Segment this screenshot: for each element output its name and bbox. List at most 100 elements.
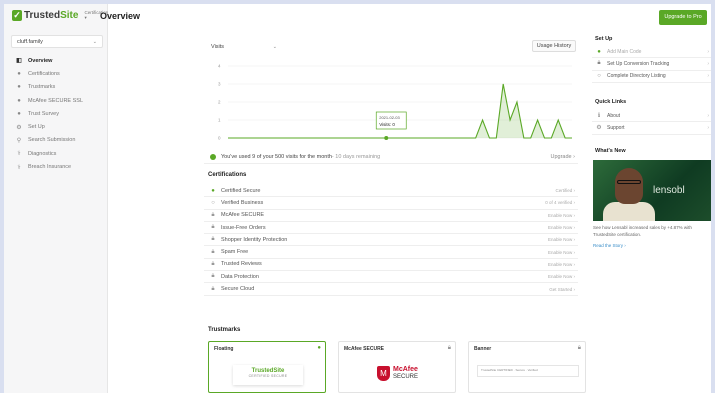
setup-item[interactable]: ● Add Main Code › [592, 46, 711, 59]
certification-row[interactable]: 🔒︎ Issue-Free Orders Enable Now › [204, 222, 578, 235]
data-point[interactable] [384, 136, 389, 140]
series-area [228, 84, 572, 138]
sidebar-item-label: Search Submission [28, 137, 76, 144]
tooltip-value: Visits: 0 [379, 122, 395, 127]
certification-row[interactable]: 🔒︎ Secure Cloud Get Started › [204, 283, 578, 296]
sidebar-item-breach-insurance[interactable]: ⚕ Breach Insurance [4, 160, 107, 173]
certification-action[interactable]: Enable Now › [548, 213, 575, 218]
y-tick-label: 3 [218, 82, 221, 87]
certification-row[interactable]: 🔒︎ Spam Free Enable Now › [204, 246, 578, 259]
y-tick-label: 2 [218, 100, 221, 105]
mcafee-badge: M McAfee SECURE [377, 366, 418, 381]
chevron-down-icon: ⌄ [92, 39, 97, 45]
app-window: ✓ TrustedSite Certification ▾ cluff.fami… [4, 4, 711, 393]
certifications-title: Certifications [208, 172, 247, 178]
setup-item-label: Add Main Code [607, 48, 642, 55]
lock-icon: 🔒︎ [211, 285, 215, 292]
lock-icon: 🔒︎ [211, 236, 215, 243]
site-select[interactable]: cluff.family ⌄ [11, 35, 103, 48]
news-text: See how Lensabl increased sales by +4.87… [593, 225, 692, 237]
lock-icon: 🔒︎ [211, 260, 215, 267]
sidebar-item-label: Overview [28, 57, 53, 64]
quick-link-about[interactable]: ℹ About › [592, 110, 711, 123]
chevron-down-icon: ⌄ [272, 44, 277, 50]
metric-select[interactable]: Visits ⌄ [206, 40, 281, 52]
mcafee-text: McAfee SECURE [393, 366, 419, 380]
certification-label: Shopper Identity Protection [221, 236, 288, 243]
setup-item[interactable]: 🔒︎ Set Up Conversion Tracking › [592, 58, 711, 71]
quick-link-label: Support [607, 124, 625, 131]
certification-action[interactable]: 0 of 4 verified › [545, 200, 575, 205]
logo-text: TrustedSite [23, 10, 79, 21]
certifications-list: ● Certified Secure Certified › ○ Verified Bu… [204, 185, 578, 296]
certification-action[interactable]: Get Started › [549, 287, 575, 292]
trustmark-card-banner[interactable]: Banner 🔒︎ TrustedSite CERTIFIED · Secure… [468, 341, 586, 393]
usage-remaining: - 10 days remaining [331, 154, 381, 160]
circle-icon: ● [17, 70, 21, 77]
sidebar-item-label: Breach Insurance [28, 164, 72, 171]
usage-upgrade-link[interactable]: Upgrade › [551, 154, 575, 160]
certification-label: Secure Cloud [221, 286, 255, 293]
certification-action[interactable]: Enable Now › [548, 225, 575, 230]
setup-item[interactable]: ○ Complete Directory Listing › [592, 71, 711, 83]
certification-row[interactable]: 🔒︎ Data Protection Enable Now › [204, 271, 578, 284]
trustedsite-badge: TrustedSite CERTIFIED SECURE [233, 365, 303, 385]
sidebar-item-certifications[interactable]: ● Certifications [4, 67, 107, 80]
setup-list: ● Add Main Code › 🔒︎ Set Up Conversion Track… [592, 46, 711, 83]
certification-label: Trusted Reviews [221, 261, 262, 268]
certification-label: McAfee SECURE [221, 212, 265, 219]
trustedsite-logo[interactable]: ✓ TrustedSite Certification ▾ [12, 10, 109, 21]
check-circle-icon: ● [317, 345, 321, 351]
certification-row[interactable]: ○ Verified Business 0 of 4 verified › [204, 197, 578, 210]
chevron-right-icon: › [707, 48, 709, 55]
usage-text: You've used 9 of your 500 visits for the… [221, 154, 332, 160]
sidebar-item-label: Set Up [28, 124, 45, 131]
gear-icon: ⚙ [16, 124, 22, 131]
certification-row[interactable]: ● Certified Secure Certified › [204, 185, 578, 198]
certification-row[interactable]: 🔒︎ Shopper Identity Protection Enable Now … [204, 234, 578, 247]
trustmark-card-mcafee[interactable]: McAfee SECURE 🔒︎ M McAfee SECURE [338, 341, 456, 393]
y-tick-label: 4 [218, 64, 221, 69]
quick-link-support[interactable]: ⚙ Support › [592, 122, 711, 135]
insurance-icon: ⚕ [17, 164, 21, 171]
usage-history-button[interactable]: Usage History [532, 40, 576, 52]
sidebar-item-label: McAfee SECURE SSL [28, 97, 84, 104]
chevron-right-icon: › [707, 112, 709, 119]
sidebar-item-label: Diagnostics [28, 150, 57, 157]
chevron-right-icon: › [707, 124, 709, 131]
whats-new-title: What's New [595, 148, 626, 154]
certification-action[interactable]: Enable Now › [548, 237, 575, 242]
certification-label: Spam Free [221, 249, 249, 256]
certification-action[interactable]: Enable Now › [548, 274, 575, 279]
certification-label: Certified Secure [221, 187, 261, 194]
trustmark-card-floating[interactable]: Floating ● TrustedSite CERTIFIED SECURE [208, 341, 326, 393]
y-tick-label: 0 [218, 136, 221, 141]
upgrade-button[interactable]: Upgrade to Pro [659, 10, 707, 25]
card-name: Floating [214, 346, 234, 352]
quick-link-label: About [607, 112, 621, 119]
sidebar-item-mcafee-secure-ssl[interactable]: ● McAfee SECURE SSL [4, 94, 107, 107]
sidebar-item-set-up[interactable]: ⚙ Set Up [4, 120, 107, 133]
certification-action[interactable]: Certified › [555, 188, 575, 193]
news-image[interactable]: lensobl [593, 160, 711, 221]
check-logo-icon: ✓ [12, 10, 22, 21]
sidebar-item-overview[interactable]: ◧ Overview [4, 54, 107, 67]
trustmarks-title: Trustmarks [208, 327, 241, 333]
certification-action[interactable]: Enable Now › [548, 250, 575, 255]
sidebar-item-trustmarks[interactable]: ● Trustmarks [4, 81, 107, 94]
y-tick-label: 1 [218, 118, 221, 123]
certification-row[interactable]: 🔒︎ McAfee SECURE Enable Now › [204, 210, 578, 222]
sidebar-item-trust-survey[interactable]: ● Trust Survey [4, 107, 107, 120]
sidebar-item-label: Trust Survey [28, 110, 59, 117]
circle-icon: ● [17, 84, 21, 91]
usage-notice: You've used 9 of your 500 visits for the… [204, 151, 578, 164]
lock-icon: 🔒︎ [597, 60, 601, 67]
certification-row[interactable]: 🔒︎ Trusted Reviews Enable Now › [204, 259, 578, 272]
certification-action[interactable]: Enable Now › [548, 262, 575, 267]
lock-icon: 🔒︎ [577, 345, 581, 351]
sidebar-item-search-submission[interactable]: ⚲ Search Submission [4, 134, 107, 147]
sidebar: ✓ TrustedSite Certification ▾ cluff.fami… [4, 4, 108, 393]
sidebar-item-diagnostics[interactable]: ⚕ Diagnostics [4, 147, 107, 160]
read-story-link[interactable]: Read the Story › [593, 243, 626, 248]
sidebar-item-label: Trustmarks [28, 84, 56, 91]
